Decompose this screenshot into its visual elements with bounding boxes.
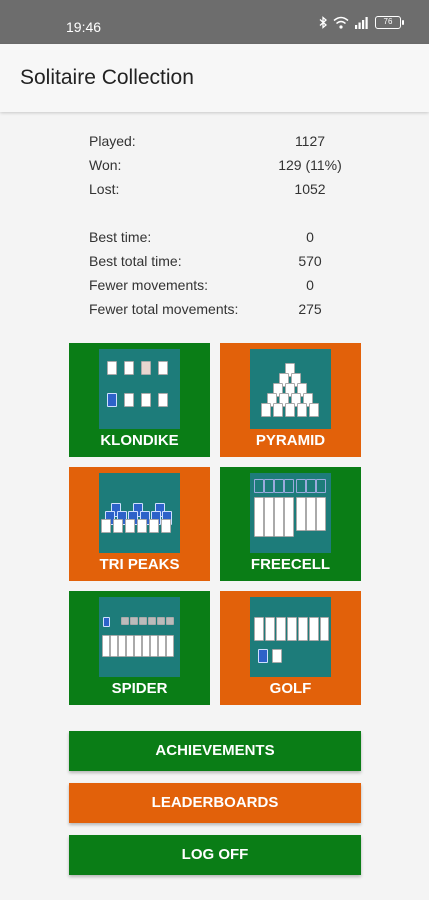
- game-tile-pyramid[interactable]: PYRAMID: [220, 343, 361, 457]
- stat-value: 0: [306, 229, 314, 245]
- freecell-thumbnail: [250, 473, 331, 553]
- sim-signal-icon: [355, 17, 368, 29]
- stat-best-total-time: Best total time: 570: [89, 253, 359, 273]
- stat-value: 1127: [294, 133, 326, 149]
- stat-lost: Lost: 1052: [89, 181, 359, 201]
- stat-label: Lost:: [89, 181, 120, 197]
- game-tile-golf[interactable]: GOLF: [220, 591, 361, 705]
- app-bar: Solitaire Collection: [0, 44, 429, 112]
- stat-label: Best total time:: [89, 253, 182, 269]
- stat-label: Fewer total movements:: [89, 301, 239, 317]
- log-off-button[interactable]: LOG OFF: [69, 835, 361, 875]
- game-label: FREECELL: [250, 556, 331, 573]
- stat-label: Best time:: [89, 229, 152, 245]
- app-title: Solitaire Collection: [20, 66, 194, 89]
- status-time: 19:46: [66, 19, 102, 35]
- status-bar: 19:46 76: [0, 0, 429, 44]
- leaderboards-button[interactable]: LEADERBOARDS: [69, 783, 361, 823]
- game-tile-spider[interactable]: SPIDER: [69, 591, 210, 705]
- stat-label: Won:: [89, 157, 122, 173]
- game-label: TRI PEAKS: [99, 556, 180, 573]
- stat-value: 570: [298, 253, 322, 269]
- stat-value: 275: [298, 301, 322, 317]
- pyramid-thumbnail: [250, 349, 331, 429]
- klondike-thumbnail: [99, 349, 180, 429]
- stat-best-time: Best time: 0: [89, 229, 359, 249]
- stat-value: 129 (11%): [278, 157, 342, 173]
- battery-icon: 76: [375, 16, 404, 29]
- bluetooth-icon: [319, 16, 327, 29]
- game-label: KLONDIKE: [100, 432, 179, 449]
- stat-value: 0: [306, 277, 314, 293]
- achievements-button[interactable]: ACHIEVEMENTS: [69, 731, 361, 771]
- wifi-icon: [333, 16, 349, 29]
- game-label: SPIDER: [111, 680, 168, 697]
- stat-played: Played: 1127: [89, 133, 359, 153]
- game-label: PYRAMID: [255, 432, 326, 449]
- spider-thumbnail: [99, 597, 180, 677]
- game-label: GOLF: [269, 680, 312, 697]
- stat-fewer-movements: Fewer movements: 0: [89, 277, 359, 297]
- stat-label: Played:: [89, 133, 136, 149]
- golf-thumbnail: [250, 597, 331, 677]
- stat-won: Won: 129 (11%): [89, 157, 359, 177]
- game-tile-freecell[interactable]: FREECELL: [220, 467, 361, 581]
- tripeaks-thumbnail: [99, 473, 180, 553]
- stat-value: 1052: [294, 181, 326, 197]
- stat-fewer-total-movements: Fewer total movements: 275: [89, 301, 359, 321]
- status-icons: 76: [319, 16, 404, 29]
- game-tile-tripeaks[interactable]: TRI PEAKS: [69, 467, 210, 581]
- stat-label: Fewer movements:: [89, 277, 209, 293]
- game-tile-klondike[interactable]: KLONDIKE: [69, 343, 210, 457]
